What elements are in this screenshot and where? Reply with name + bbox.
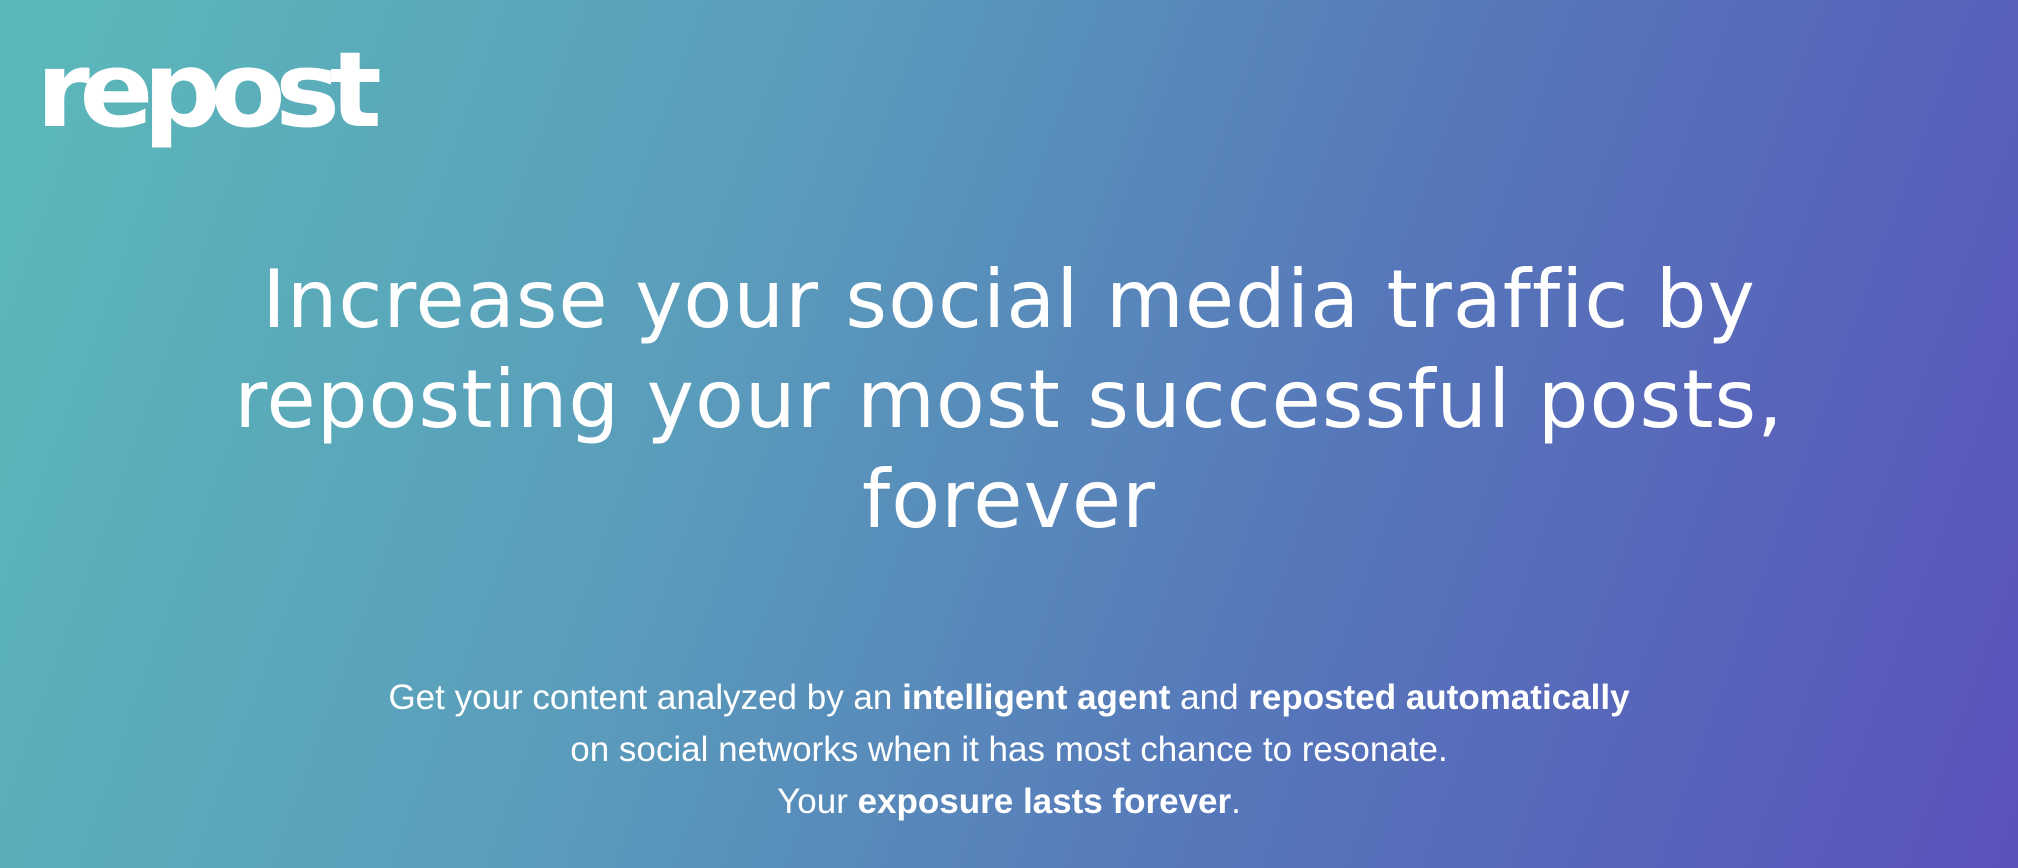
hero-headline: Increase your social media traffic by re… — [120, 250, 1898, 550]
headline-line-2: reposting your most successful posts, — [234, 353, 1784, 446]
subtext-emphasis-reposted-automatically: reposted automatically — [1248, 678, 1630, 717]
subtext-line-3-text-b: . — [1231, 782, 1241, 821]
headline-line-3: forever — [862, 453, 1156, 546]
subtext-line-1-text-b: and — [1170, 678, 1249, 717]
headline-line-1: Increase your social media traffic by — [262, 253, 1756, 346]
repost-logo[interactable]: repost — [36, 38, 382, 142]
subtext-line-3-text-a: Your — [777, 782, 858, 821]
subtext-line-2: on social networks when it has most chan… — [570, 730, 1448, 769]
subtext-line-3: Your exposure lasts forever. — [309, 776, 1709, 828]
subtext-emphasis-exposure-lasts-forever: exposure lasts forever — [857, 782, 1232, 821]
subtext-emphasis-intelligent-agent: intelligent agent — [902, 678, 1171, 717]
hero-subtext: Get your content analyzed by an intellig… — [309, 672, 1709, 828]
subtext-line-1: Get your content analyzed by an intellig… — [309, 672, 1709, 724]
subtext-line-1-text-a: Get your content analyzed by an — [388, 678, 903, 717]
